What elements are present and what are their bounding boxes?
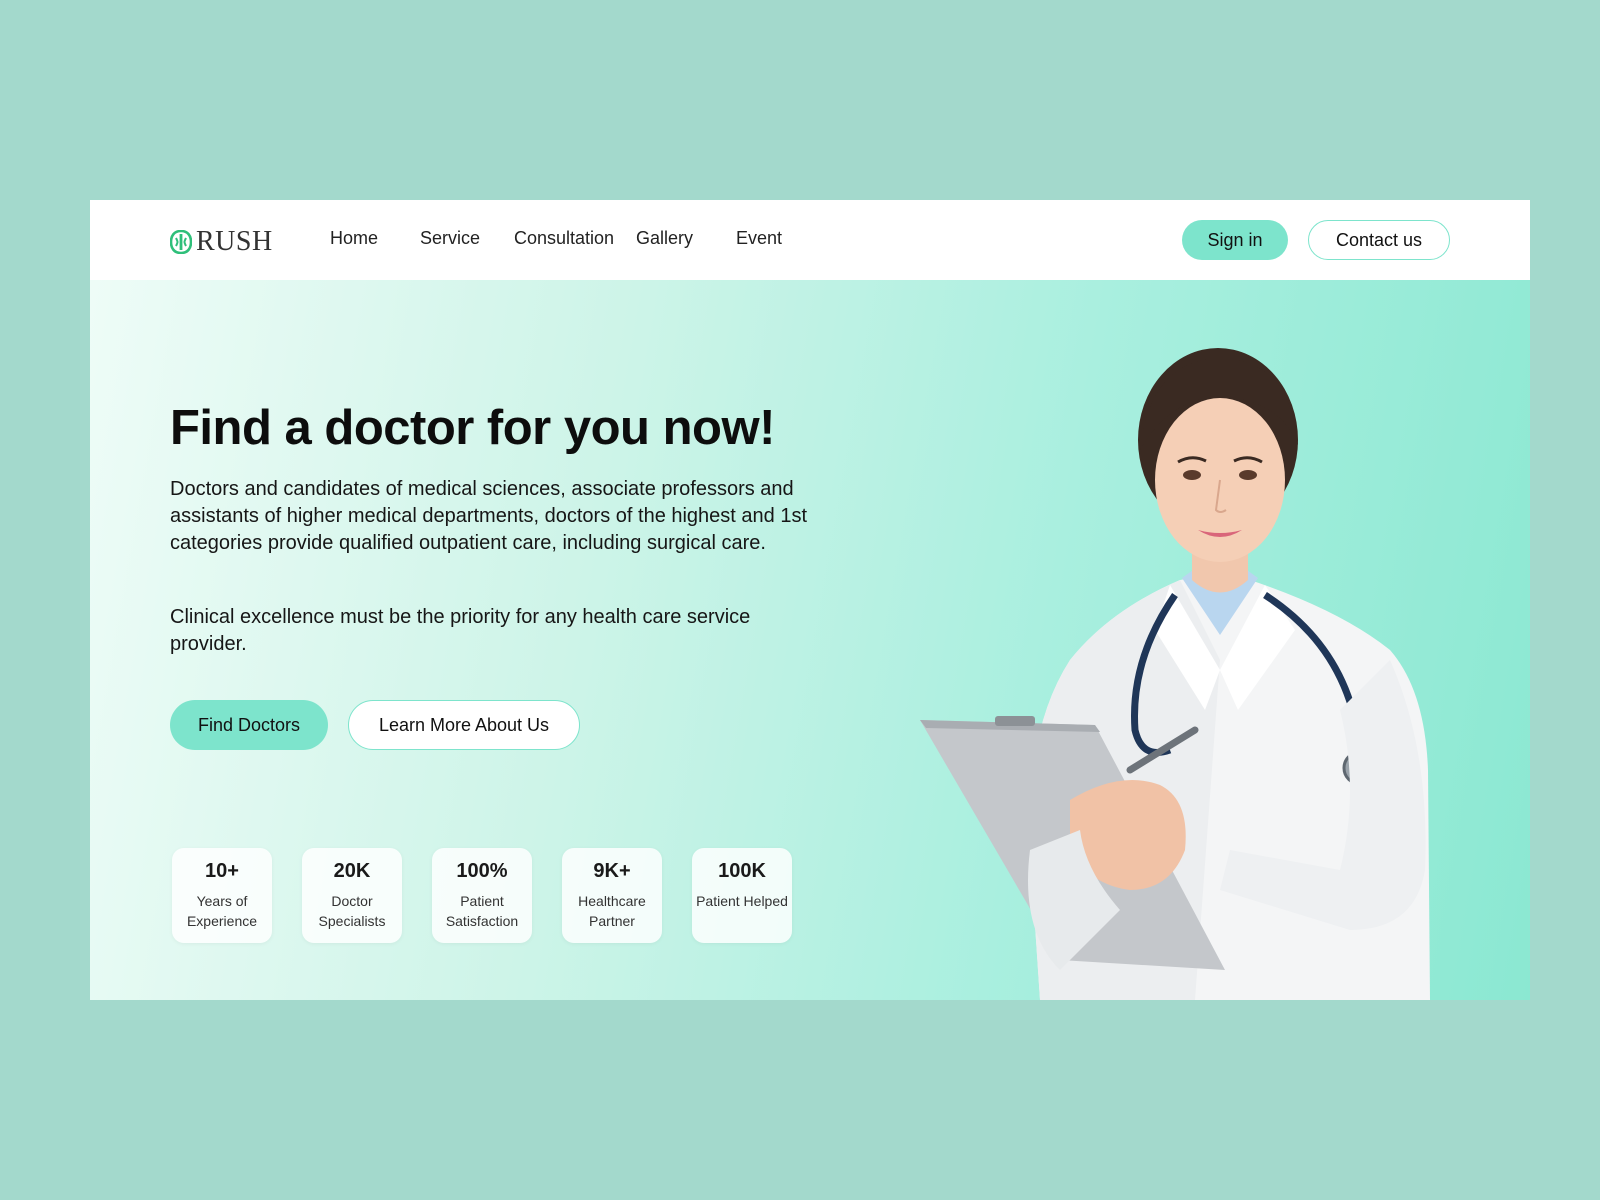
stat-value: 10+ (205, 860, 239, 882)
stat-value: 100K (718, 860, 766, 882)
stat-card: 9K+ Healthcare Partner (562, 848, 662, 943)
logo-text: RUSH (196, 226, 273, 257)
nav-item-consultation[interactable]: Consultation (514, 228, 614, 249)
learn-more-button[interactable]: Learn More About Us (348, 700, 580, 750)
landing-page: RUSH Home Service Consultation Gallery E… (90, 200, 1530, 1000)
stat-value: 9K+ (593, 860, 631, 882)
stat-card: 100K Patient Helped (692, 848, 792, 943)
stat-label: Doctor Specialists (318, 893, 386, 929)
stat-card: 20K Doctor Specialists (302, 848, 402, 943)
contact-us-button[interactable]: Contact us (1308, 220, 1450, 260)
stat-label: Patient Satisfaction (445, 893, 519, 929)
stat-label: Patient Helped (696, 893, 788, 909)
doctor-image (920, 348, 1430, 1000)
navbar: RUSH Home Service Consultation Gallery E… (90, 200, 1530, 280)
nav-item-gallery[interactable]: Gallery (636, 228, 693, 249)
nav-item-event[interactable]: Event (736, 228, 782, 249)
sign-in-button[interactable]: Sign in (1182, 220, 1288, 260)
stat-value: 20K (333, 860, 371, 882)
hero-title: Find a doctor for you now! (170, 401, 775, 455)
stat-label: Healthcare Partner (578, 893, 646, 929)
find-doctors-button[interactable]: Find Doctors (170, 700, 328, 750)
stat-card: 100% Patient Satisfaction (432, 848, 532, 943)
stat-value: 100% (456, 860, 508, 882)
stat-card: 10+ Years of Experience (172, 848, 272, 943)
hero-description: Doctors and candidates of medical scienc… (170, 478, 808, 554)
nav-item-service[interactable]: Service (420, 228, 480, 249)
hero-tagline: Clinical excellence must be the priority… (170, 606, 751, 655)
nav-item-home[interactable]: Home (330, 228, 378, 249)
hero-section: Find a doctor for you now! Doctors and c… (90, 280, 1530, 1000)
stat-label: Years of Experience (186, 893, 258, 929)
logo[interactable]: RUSH (170, 226, 273, 258)
logo-icon (170, 230, 192, 254)
